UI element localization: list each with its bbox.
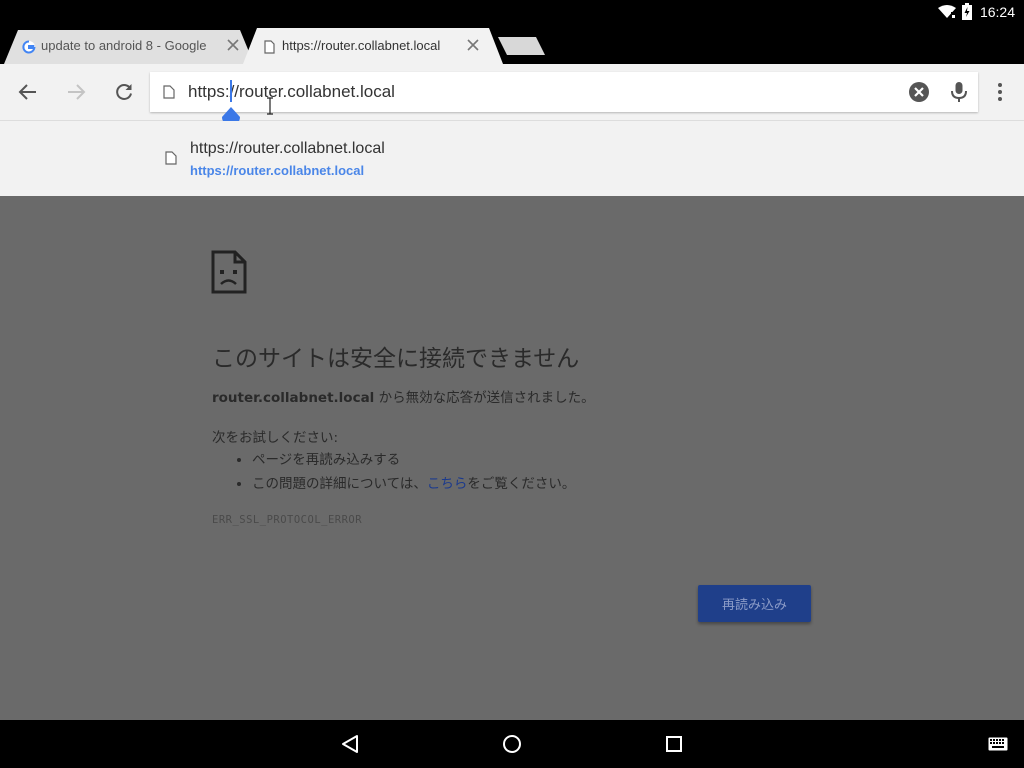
list-item-text: をご覧ください。 — [467, 476, 576, 492]
url-input[interactable] — [188, 78, 888, 106]
suggestion-title: https://router.collabnet.local — [190, 140, 385, 157]
home-icon[interactable] — [501, 733, 523, 755]
error-heading: このサイトは安全に接続できません — [212, 346, 580, 372]
overflow-menu-icon[interactable] — [990, 80, 1010, 104]
tab-title: https://router.collabnet.local — [282, 38, 441, 53]
battery-icon — [962, 3, 972, 20]
status-bar: 16:24 — [0, 0, 1024, 26]
mic-icon[interactable] — [949, 80, 969, 104]
forward-arrow-icon[interactable] — [64, 80, 88, 104]
try-label: 次をお試しください: — [212, 430, 339, 446]
recents-icon[interactable] — [665, 735, 683, 753]
omnibox-suggestions: https://router.collabnet.local https://r… — [0, 121, 1024, 196]
list-item-text: この問題の詳細については、 — [252, 476, 427, 492]
toolbar — [0, 64, 1024, 121]
system-nav-bar — [0, 720, 1024, 768]
list-item: この問題の詳細については、こちらをご覧ください。 — [252, 472, 575, 496]
tab-title: update to android 8 - Google — [41, 38, 207, 53]
new-tab-button[interactable] — [498, 36, 546, 56]
back-arrow-icon[interactable] — [16, 80, 40, 104]
close-tab-icon[interactable] — [226, 38, 240, 52]
list-item-text: ページを再読み込みする — [252, 452, 401, 468]
error-page: このサイトは安全に接続できません router.collabnet.local … — [0, 196, 1024, 720]
wifi-icon — [938, 5, 956, 18]
suggestion-item[interactable]: https://router.collabnet.local https://r… — [0, 121, 1024, 196]
suggestion-url: https://router.collabnet.local — [190, 163, 365, 178]
back-icon[interactable] — [340, 734, 360, 754]
tab-inactive[interactable]: update to android 8 - Google — [4, 28, 254, 64]
page-icon — [163, 85, 175, 99]
error-description: router.collabnet.local から無効な応答が送信されました。 — [212, 386, 595, 406]
reload-button[interactable]: 再読み込み — [698, 585, 811, 622]
ibeam-cursor-icon — [267, 97, 273, 115]
page-icon — [264, 40, 275, 54]
google-g-icon — [22, 40, 36, 54]
reload-icon[interactable] — [112, 80, 136, 104]
clock: 16:24 — [979, 4, 1015, 20]
text-cursor — [230, 80, 232, 102]
error-code: ERR_SSL_PROTOCOL_ERROR — [212, 514, 363, 526]
sad-page-icon — [211, 250, 247, 294]
tab-strip: update to android 8 - Google https://rou… — [0, 26, 1024, 64]
keyboard-icon[interactable] — [988, 737, 1008, 751]
error-description-text: から無効な応答が送信されました。 — [374, 390, 595, 406]
page-icon — [165, 151, 177, 165]
list-item: ページを再読み込みする — [252, 448, 575, 472]
close-tab-icon[interactable] — [466, 38, 480, 52]
suggestion-list: ページを再読み込みする この問題の詳細については、こちらをご覧ください。 — [212, 448, 575, 496]
tab-active[interactable]: https://router.collabnet.local — [243, 28, 503, 64]
details-link[interactable]: こちら — [427, 476, 468, 492]
clear-icon[interactable] — [908, 81, 930, 103]
error-host: router.collabnet.local — [212, 390, 375, 406]
